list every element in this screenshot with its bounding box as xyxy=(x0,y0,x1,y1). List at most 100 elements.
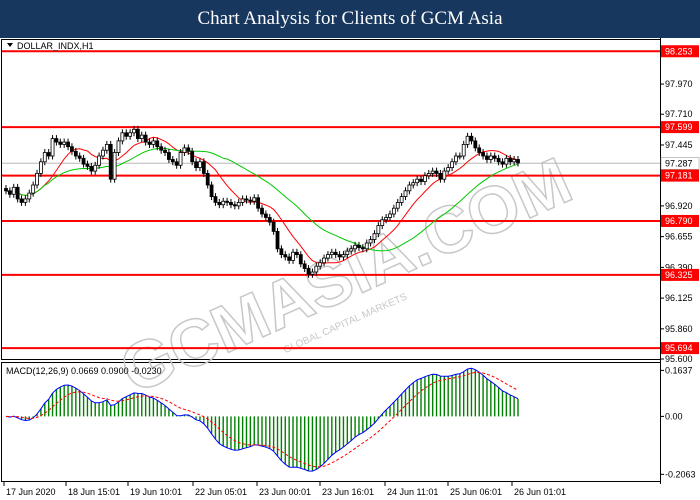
candle-body xyxy=(198,161,202,169)
candle-body xyxy=(372,233,377,240)
candle-body xyxy=(512,159,517,163)
price-tick-label: 96.655 xyxy=(665,232,693,242)
candle-body xyxy=(415,178,420,184)
candle-body xyxy=(322,257,326,264)
candle-body xyxy=(178,152,183,166)
candle-body xyxy=(395,201,400,209)
candle-body xyxy=(46,152,51,157)
candle-body xyxy=(481,152,485,157)
price-tick-label: 96.125 xyxy=(665,293,693,303)
candle-body xyxy=(104,144,109,151)
candle-body xyxy=(368,239,373,244)
candle-body xyxy=(263,213,268,218)
price-tick-label: 97.710 xyxy=(665,109,693,119)
candle-body xyxy=(457,155,462,158)
candle-body xyxy=(217,201,222,206)
candle-body xyxy=(450,161,454,169)
level-price-label: 96.325 xyxy=(665,270,693,280)
level-price-label: 95.694 xyxy=(665,343,693,353)
candle-body xyxy=(465,135,470,145)
candle-body xyxy=(97,155,101,166)
candle-body xyxy=(267,217,272,223)
candle-body xyxy=(62,141,67,145)
candle-body xyxy=(170,159,175,163)
candle-body xyxy=(120,132,125,142)
candle-body xyxy=(469,135,474,142)
candle-body xyxy=(7,190,12,195)
candle-body xyxy=(81,157,86,165)
candle-body xyxy=(225,200,229,203)
candle-body xyxy=(508,157,513,163)
time-tick-label: 24 Jun 11:01 xyxy=(387,487,438,497)
candle-body xyxy=(50,138,55,157)
candle-body xyxy=(488,155,493,160)
candle-body xyxy=(213,196,218,203)
candle-body xyxy=(101,149,105,157)
macd-tick-label: 0.00 xyxy=(665,411,683,421)
candle-body xyxy=(349,248,354,252)
candle-body xyxy=(205,172,210,186)
candle-body xyxy=(159,146,164,151)
candle-body xyxy=(438,172,443,180)
candle-body xyxy=(341,254,346,258)
candle-body xyxy=(39,161,43,174)
time-tick-label: 26 Jun 01:01 xyxy=(514,487,566,497)
candle-body xyxy=(388,213,392,218)
time-tick-label: 22 Jun 05:01 xyxy=(195,487,247,497)
candle-body xyxy=(167,152,171,160)
candle-body xyxy=(295,251,299,255)
candle-body xyxy=(89,166,94,172)
candle-body xyxy=(376,225,381,235)
candle-body xyxy=(252,197,257,202)
macd-tick-label: 0.1637 xyxy=(665,365,693,375)
candle-body xyxy=(399,196,404,203)
symbol-label: DOLLAR_INDX,H1 xyxy=(17,41,94,51)
candle-body xyxy=(35,172,39,186)
candle-body xyxy=(492,155,497,159)
candle-body xyxy=(108,144,113,180)
candle-body xyxy=(353,244,357,250)
candle-body xyxy=(423,175,427,182)
candle-body xyxy=(473,140,478,149)
candle-body xyxy=(446,167,451,172)
macd-label: MACD(12,26,9) 0.0669 0.0900 -0.0230 xyxy=(6,366,162,376)
candle-body xyxy=(275,230,280,250)
candle-body xyxy=(27,192,32,200)
candle-body xyxy=(174,161,179,166)
time-tick-label: 23 Jun 00:01 xyxy=(259,487,311,497)
candle-body xyxy=(132,128,136,134)
candle-body xyxy=(11,186,16,195)
candle-body xyxy=(287,256,292,261)
candle-body xyxy=(54,138,59,143)
candle-body xyxy=(73,150,78,157)
candle-body xyxy=(194,161,198,169)
candle-body xyxy=(477,147,482,153)
price-tick-label: 97.445 xyxy=(665,140,693,150)
candle-body xyxy=(190,150,195,163)
candle-body xyxy=(333,251,338,255)
macd-panel-frame xyxy=(1,362,661,482)
candle-body xyxy=(139,134,144,140)
candle-body xyxy=(426,172,431,177)
candle-body xyxy=(58,141,63,145)
candle-body xyxy=(4,188,8,192)
price-tick-label: 95.860 xyxy=(665,324,693,334)
candle-body xyxy=(403,190,408,198)
time-tick-label: 23 Jun 16:01 xyxy=(322,487,374,497)
candle-body xyxy=(411,182,416,186)
time-axis: 17 Jun 2020 18 Jun 15:01 19 Jun 10:01 22 Ju… xyxy=(3,482,566,497)
candle-body xyxy=(302,263,307,269)
title-bar: Chart Analysis for Clients of GCM Asia xyxy=(0,0,700,38)
candle-body xyxy=(244,198,249,201)
candle-body xyxy=(271,221,276,232)
candle-body xyxy=(240,198,245,203)
candle-body xyxy=(70,146,74,152)
candle-body xyxy=(298,254,303,265)
candle-body xyxy=(201,161,206,174)
candle-body xyxy=(232,204,237,207)
candle-body xyxy=(256,197,261,209)
candle-body xyxy=(23,198,28,203)
candle-body xyxy=(419,178,423,182)
trading-chart[interactable]: GCMASIA.COM GLOBAL CAPITAL MARKETS 97.97… xyxy=(0,38,700,500)
candle-body xyxy=(496,157,501,163)
